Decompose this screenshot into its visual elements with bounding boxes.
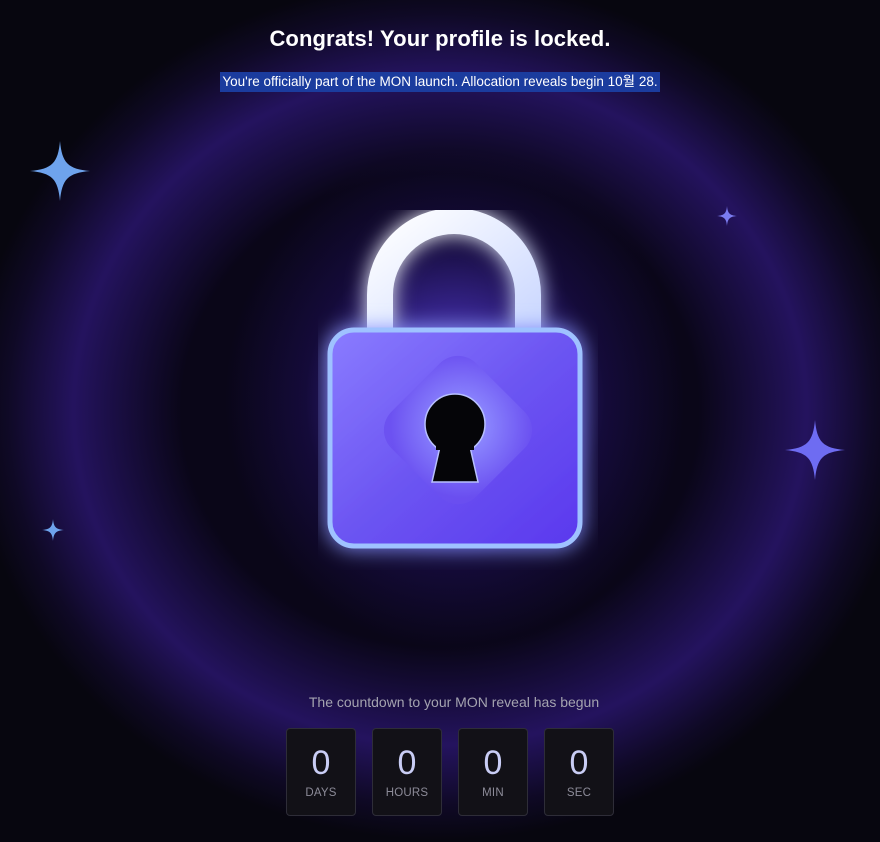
countdown-timer: 0 DAYS 0 HOURS 0 MIN 0 SEC [286,728,614,816]
countdown-unit-label: SEC [566,787,592,799]
countdown-hours: 0 HOURS [372,728,442,816]
countdown-value: 0 [397,744,417,782]
page-title: Congrats! Your profile is locked. [269,26,611,51]
countdown-unit-label: HOURS [385,787,429,799]
sparkle-icon [42,519,64,541]
countdown-label: The countdown to your MON reveal has beg… [308,694,600,710]
sparkle-icon [30,141,90,201]
sparkle-icon [785,420,845,480]
countdown-minutes: 0 MIN [458,728,528,816]
countdown-unit-label: MIN [482,787,504,799]
countdown-unit-label: DAYS [305,787,337,799]
subtitle-row: You're officially part of the MON launch… [0,72,880,92]
locked-profile-screen: Congrats! Your profile is locked. You're… [0,0,880,842]
countdown-days: 0 DAYS [286,728,356,816]
padlock-icon [327,210,583,549]
countdown-value: 0 [569,744,589,782]
countdown-value: 0 [483,744,503,782]
countdown-value: 0 [311,744,331,782]
sparkle-icon [717,206,737,226]
countdown-seconds: 0 SEC [544,728,614,816]
page-subtitle: You're officially part of the MON launch… [220,72,660,92]
padlock-shackle [367,210,541,335]
